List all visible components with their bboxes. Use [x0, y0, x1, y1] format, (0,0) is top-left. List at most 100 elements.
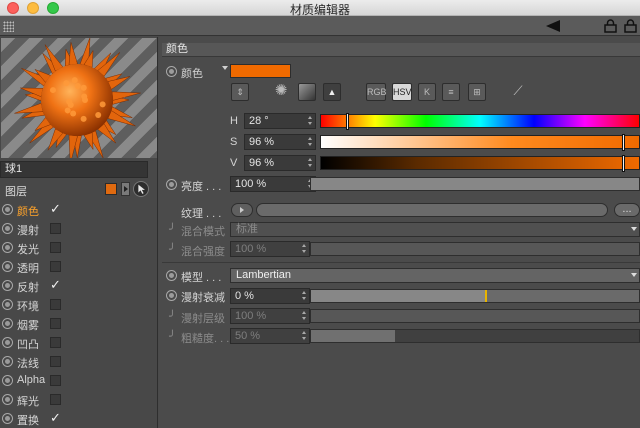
layer-color-swatch[interactable]	[105, 183, 117, 195]
channel-item[interactable]: 透明	[0, 257, 158, 276]
color-wheel-icon[interactable]: ✺	[272, 83, 290, 101]
channel-item[interactable]: 置换	[0, 409, 158, 428]
eyedropper-icon[interactable]: ⟋	[509, 83, 527, 101]
channel-animate-radio[interactable]	[2, 223, 13, 234]
roughness-slider[interactable]	[310, 329, 640, 343]
channel-enable-checkbox[interactable]	[50, 201, 61, 217]
value-slider-handle[interactable]	[622, 155, 625, 172]
channel-animate-radio[interactable]	[2, 204, 13, 215]
texture-slot[interactable]	[256, 203, 608, 217]
channel-item[interactable]: 发光	[0, 238, 158, 257]
value-input[interactable]: 96 %	[244, 155, 316, 171]
channel-enable-checkbox[interactable]	[50, 261, 61, 272]
diffuse-falloff-stepper-icon[interactable]	[302, 290, 307, 302]
mix-strength-stepper-icon[interactable]	[302, 243, 307, 255]
channel-item[interactable]: Alpha	[0, 371, 158, 390]
channel-animate-radio[interactable]	[2, 280, 13, 291]
diffuse-falloff-input[interactable]: 0 %	[230, 288, 310, 304]
channel-label: 置换	[17, 415, 39, 427]
channel-enable-checkbox[interactable]	[50, 242, 61, 253]
texture-more-button[interactable]: ...	[614, 203, 640, 217]
channel-animate-radio[interactable]	[2, 394, 13, 405]
channel-item[interactable]: 颜色	[0, 200, 158, 219]
brightness-animate-radio[interactable]	[166, 179, 177, 190]
channel-animate-radio[interactable]	[2, 242, 13, 253]
channel-animate-radio[interactable]	[2, 318, 13, 329]
channel-item[interactable]: 法线	[0, 352, 158, 371]
lock-icon[interactable]	[624, 19, 637, 33]
value-slider[interactable]	[320, 155, 640, 172]
saturation-stepper-icon[interactable]	[308, 136, 313, 148]
hue-slider-handle[interactable]	[346, 113, 349, 130]
value-stepper-icon[interactable]	[308, 157, 313, 169]
value-label: V	[230, 157, 238, 169]
diffuse-falloff-slider[interactable]	[310, 289, 640, 303]
channel-item[interactable]: 反射	[0, 276, 158, 295]
layer-menu-arrow-icon[interactable]	[121, 182, 130, 196]
roughness-stepper-icon[interactable]	[302, 330, 307, 342]
hue-input[interactable]: 28 °	[244, 113, 316, 129]
diffuse-level-slider[interactable]	[310, 309, 640, 323]
mix-mode-select[interactable]: 标准	[230, 222, 640, 237]
channel-animate-radio[interactable]	[2, 413, 13, 424]
material-name-field[interactable]: 球1	[0, 161, 148, 178]
saturation-slider[interactable]	[320, 134, 640, 151]
channel-animate-radio[interactable]	[2, 356, 13, 367]
channel-item[interactable]: 烟雾	[0, 314, 158, 333]
channel-enable-checkbox[interactable]	[50, 394, 61, 405]
back-arrow-icon[interactable]	[546, 20, 560, 32]
channel-enable-checkbox[interactable]	[50, 299, 61, 310]
channel-enable-checkbox[interactable]	[50, 375, 61, 386]
layer-row: 图层	[0, 180, 158, 198]
grip-icon[interactable]	[3, 21, 14, 32]
hue-stepper-icon[interactable]	[308, 115, 313, 127]
color-swatch[interactable]	[230, 64, 291, 78]
roughness-link-icon: ╯	[169, 331, 176, 343]
channel-animate-radio[interactable]	[2, 337, 13, 348]
mixer-icon[interactable]: ≡	[442, 83, 460, 101]
channel-item[interactable]: 辉光	[0, 390, 158, 409]
channel-enable-checkbox[interactable]	[50, 223, 61, 234]
channel-item[interactable]: 环境	[0, 295, 158, 314]
diffuse-level-input[interactable]: 100 %	[230, 308, 310, 324]
kelvin-mode-button[interactable]: K	[418, 83, 436, 101]
channel-enable-checkbox[interactable]	[50, 356, 61, 367]
saturation-slider-handle[interactable]	[622, 134, 625, 151]
diffuse-falloff-animate-radio[interactable]	[166, 290, 177, 301]
channel-enable-checkbox[interactable]	[50, 337, 61, 348]
channel-enable-checkbox[interactable]	[50, 277, 61, 293]
color-animate-radio[interactable]	[166, 66, 177, 77]
rgb-mode-button[interactable]: RGB	[366, 83, 387, 101]
texture-menu-button[interactable]	[231, 203, 253, 217]
roughness-label: 粗糙度. . .	[181, 333, 230, 345]
swatches-icon[interactable]: ⊞	[468, 83, 486, 101]
channel-animate-radio[interactable]	[2, 299, 13, 310]
channel-enable-checkbox[interactable]	[50, 410, 61, 426]
pick-arrow-icon[interactable]	[133, 181, 149, 197]
model-animate-radio[interactable]	[166, 270, 177, 281]
saturation-input[interactable]: 96 %	[244, 134, 316, 150]
hsv-mode-button[interactable]: HSV	[392, 83, 412, 101]
channel-animate-radio[interactable]	[2, 375, 13, 386]
hue-slider[interactable]	[320, 113, 640, 130]
color-dropdown-arrow-icon[interactable]	[222, 66, 228, 70]
model-select[interactable]: Lambertian	[230, 268, 640, 283]
spike-tip-shape	[64, 107, 71, 114]
channel-item[interactable]: 凹凸	[0, 333, 158, 352]
channel-item[interactable]: 漫射	[0, 219, 158, 238]
channel-label: 漫射	[17, 225, 39, 237]
gradient-picker-icon[interactable]	[298, 83, 316, 101]
image-picker-icon[interactable]: ▲	[323, 83, 341, 101]
channel-enable-checkbox[interactable]	[50, 318, 61, 329]
model-chevron-down-icon	[631, 273, 637, 277]
mix-strength-input[interactable]: 100 %	[230, 241, 310, 257]
brightness-slider[interactable]	[310, 177, 640, 191]
lock-icon[interactable]	[604, 19, 617, 33]
roughness-input[interactable]: 50 %	[230, 328, 310, 344]
mix-strength-slider[interactable]	[310, 242, 640, 256]
color-spectrum-icon[interactable]: ⇕	[231, 83, 249, 101]
brightness-input[interactable]: 100 %	[230, 176, 316, 192]
diffuse-level-stepper-icon[interactable]	[302, 310, 307, 322]
channel-animate-radio[interactable]	[2, 261, 13, 272]
material-preview[interactable]	[1, 38, 157, 158]
